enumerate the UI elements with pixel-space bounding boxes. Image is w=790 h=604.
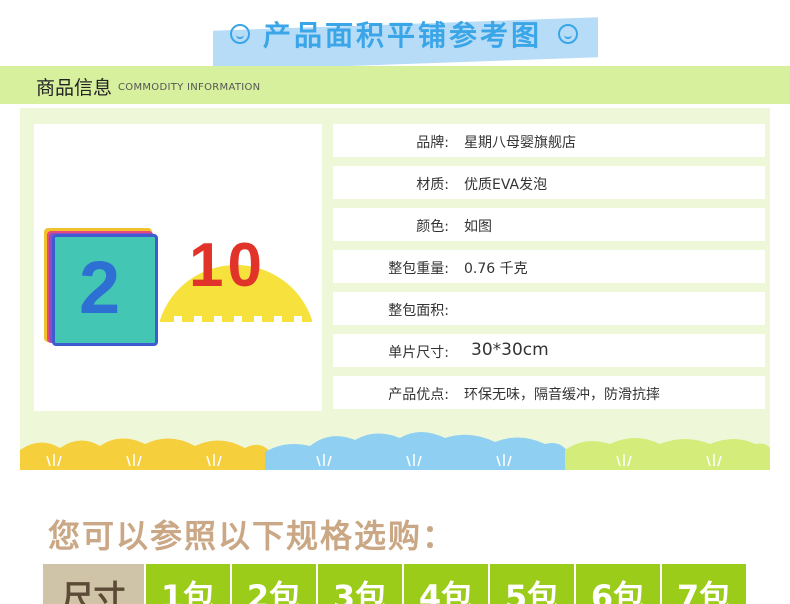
info-label: 整包重量: <box>388 261 449 277</box>
info-row-size: 单片尺寸: 30*30cm <box>333 334 765 367</box>
size-option-label: 7包 <box>676 578 732 604</box>
size-option-7[interactable]: 7包 <box>662 564 746 604</box>
title-banner: 产品面积平铺参考图 <box>205 8 600 71</box>
commodity-info-panel: 2 10 品牌: 星期八母婴旗舰店 材质: 优质EVA发泡 颜色: 如图 整包重… <box>20 108 770 470</box>
size-header-label: 尺寸 <box>61 578 126 604</box>
info-row-weight: 整包重量: 0.76 千克 <box>333 250 765 283</box>
info-label: 颜色: <box>416 219 449 235</box>
size-option-4[interactable]: 4包 <box>404 564 488 604</box>
info-row-material: 材质: 优质EVA发泡 <box>333 166 765 199</box>
section-subtitle: COMMODITY INFORMATION <box>118 82 261 93</box>
info-value: 30*30cm <box>471 340 549 360</box>
info-label: 整包面积: <box>388 303 449 319</box>
size-option-label: 1包 <box>160 578 216 604</box>
foam-mat-stack: 2 <box>44 228 158 346</box>
info-value: 环保无味，隔音缓冲，防滑抗摔 <box>464 387 660 403</box>
info-label: 产品优点: <box>388 387 449 403</box>
info-value: 0.76 千克 <box>464 261 528 277</box>
size-option-5[interactable]: 5包 <box>490 564 574 604</box>
size-option-label: 3包 <box>332 578 388 604</box>
mat-number: 2 <box>79 246 121 329</box>
info-row-advantages: 产品优点: 环保无味，隔音缓冲，防滑抗摔 <box>333 376 765 409</box>
size-header-cell: 尺寸 <box>43 564 144 604</box>
size-option-3[interactable]: 3包 <box>318 564 402 604</box>
size-option-1[interactable]: 1包 <box>146 564 230 604</box>
info-row-brand: 品牌: 星期八母婴旗舰店 <box>333 124 765 157</box>
product-image: 2 10 <box>34 124 322 411</box>
info-value: 如图 <box>464 219 492 235</box>
info-value: 星期八母婴旗舰店 <box>464 135 576 151</box>
half-round-mat: 10 <box>152 224 314 324</box>
banner-title: 产品面积平铺参考图 <box>262 19 542 52</box>
size-option-label: 5包 <box>504 578 560 604</box>
section-title: 商品信息 <box>36 77 113 99</box>
smiley-icon <box>558 24 578 44</box>
info-label: 品牌: <box>416 135 449 151</box>
mat-number: 10 <box>189 231 266 300</box>
info-label: 单片尺寸: <box>388 345 449 361</box>
size-option-label: 2包 <box>246 578 302 604</box>
size-option-2[interactable]: 2包 <box>232 564 316 604</box>
info-row-color: 颜色: 如图 <box>333 208 765 241</box>
section-header: 商品信息 COMMODITY INFORMATION <box>0 66 790 104</box>
grass-decoration <box>20 432 770 470</box>
size-option-6[interactable]: 6包 <box>576 564 660 604</box>
mat-front: 2 <box>52 234 158 346</box>
info-value: 优质EVA发泡 <box>464 177 548 193</box>
info-row-area: 整包面积: <box>333 292 765 325</box>
size-option-label: 4包 <box>418 578 474 604</box>
selection-title: 您可以参照以下规格选购： <box>48 517 457 555</box>
info-label: 材质: <box>416 177 449 193</box>
size-option-label: 6包 <box>590 578 646 604</box>
